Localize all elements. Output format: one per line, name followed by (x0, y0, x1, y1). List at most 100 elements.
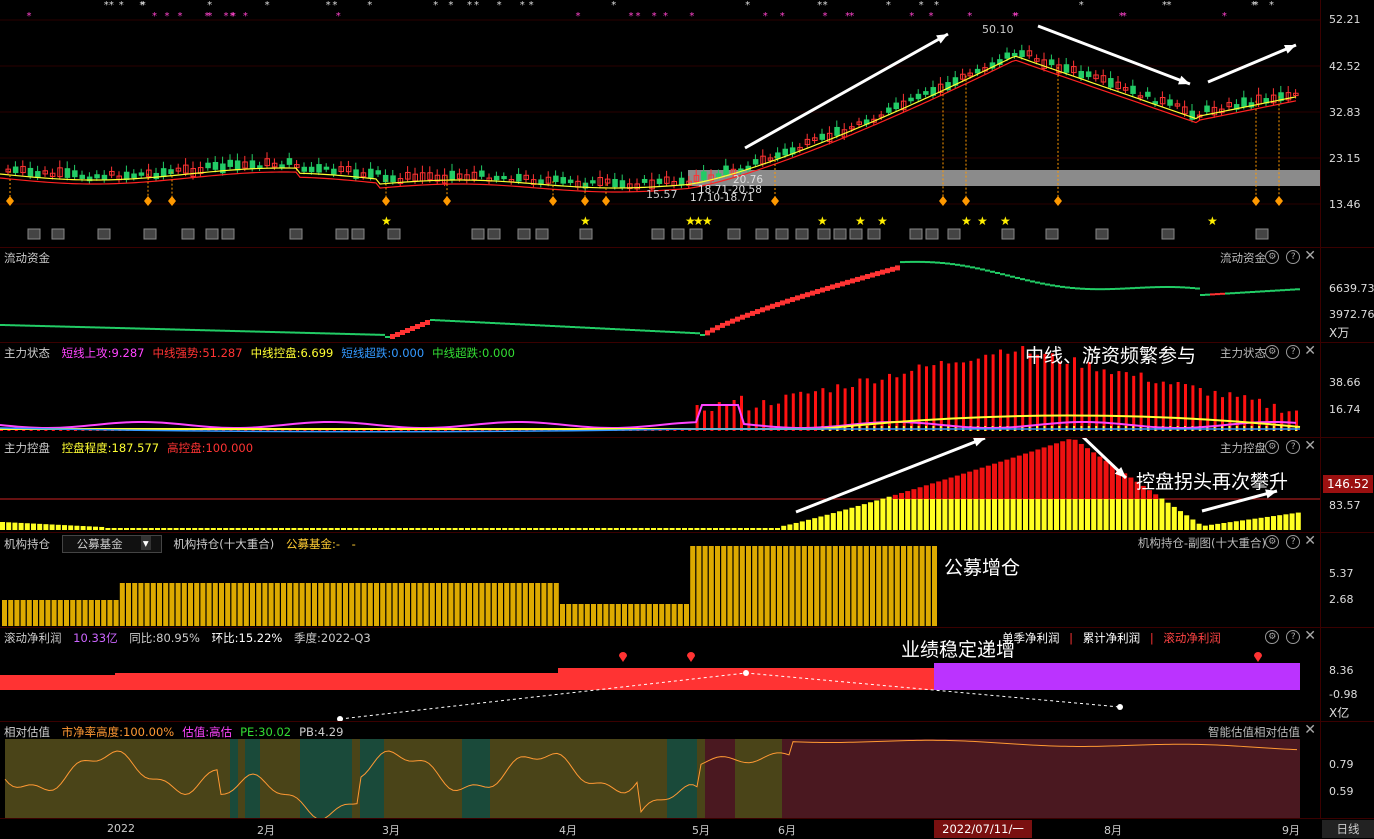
kline-pane[interactable]: * * * * * * * * * * * * * * * * * * * * * * * * * * * * * * * * * * * * * * * *… (0, 0, 1374, 247)
control-header: 主力控盘 控盘程度:187.577 高控盘:100.000 (4, 440, 269, 456)
flow-step (345, 332, 350, 335)
state-bar (717, 402, 721, 431)
legend-cumulative[interactable]: 累计净利润 (1083, 631, 1141, 645)
flow-step (120, 327, 125, 330)
close-icon[interactable]: ✕ (1304, 629, 1316, 644)
flow-step (470, 321, 475, 323)
flow-step (260, 330, 265, 333)
flow-step (630, 329, 635, 331)
flow-step (460, 320, 465, 323)
flow-step (670, 331, 675, 333)
close-icon[interactable]: ✕ (1304, 344, 1316, 359)
control-bar (111, 528, 117, 530)
flow-step (820, 287, 825, 293)
help-icon[interactable]: ? (1286, 535, 1301, 549)
settings-icon[interactable]: ⚙ (1265, 250, 1280, 264)
help-icon[interactable]: ? (1286, 630, 1301, 644)
candle (212, 161, 219, 170)
flow-step (710, 327, 715, 333)
control-pane[interactable]: 主力控盘 控盘程度:187.577 高控盘:100.000 主力控盘 ⚙? ✕ 控盘… (0, 437, 1374, 532)
flow-step (150, 327, 155, 330)
flow-step (725, 320, 730, 326)
inst-bar (386, 583, 392, 626)
help-icon[interactable]: ? (1286, 345, 1301, 359)
candle (752, 159, 759, 165)
control-bar (948, 499, 954, 530)
inst-axis: 5.37 2.68 (1320, 533, 1374, 627)
signal-star: * (207, 0, 212, 11)
settings-icon[interactable]: ⚙ (1265, 345, 1280, 359)
close-icon[interactable]: ✕ (1304, 723, 1316, 737)
flow-step (225, 329, 230, 332)
candle (390, 175, 396, 183)
inst-bar (498, 583, 503, 626)
inst-fund: 公募基金:- (285, 537, 340, 551)
candle (479, 170, 485, 177)
control-bar (954, 499, 960, 530)
help-icon[interactable]: ? (1286, 440, 1301, 454)
flow-step (775, 302, 780, 308)
flow-step (1070, 286, 1075, 289)
flow-step (130, 327, 135, 330)
control-bar (130, 528, 136, 530)
flow-step (415, 324, 420, 329)
close-icon[interactable]: ✕ (1304, 534, 1316, 549)
event-tag (1045, 228, 1059, 240)
candle (819, 133, 825, 140)
legend-quarterly[interactable]: 单季净利润 (1002, 631, 1060, 645)
inst-pane[interactable]: 机构持仓 公募基金 ▾ 机构持仓(十大重合) 公募基金:- - 机构持仓-副图(… (0, 532, 1374, 627)
control-bar (1122, 499, 1128, 530)
inst-bar (584, 604, 590, 626)
flow-step (125, 327, 130, 330)
flow-step (750, 310, 755, 316)
settings-icon[interactable]: ⚙ (1265, 630, 1280, 644)
control-bar (235, 528, 241, 530)
settings-icon[interactable]: ⚙ (1265, 535, 1280, 549)
fund-type-select[interactable]: 公募基金 ▾ (61, 535, 162, 553)
control-bar (31, 523, 36, 530)
flow-step (1035, 281, 1040, 284)
flow-step (540, 324, 545, 327)
control-bar (74, 525, 80, 530)
inst-bar (274, 583, 280, 626)
flow-step (1065, 286, 1070, 289)
flow-step (960, 264, 965, 267)
control-bar (18, 522, 24, 530)
candle (368, 168, 374, 178)
candle (375, 170, 381, 175)
signal-star: * (928, 11, 933, 22)
control-bar-high (979, 467, 985, 499)
control-bar (0, 522, 5, 530)
flow-step (680, 331, 685, 334)
close-icon[interactable]: ✕ (1304, 249, 1316, 264)
profit-bar (934, 663, 1300, 690)
flow-step (910, 260, 915, 263)
flow-step (1145, 286, 1150, 289)
settings-icon[interactable]: ⚙ (1265, 440, 1280, 454)
event-tag (97, 228, 111, 240)
flow-step (475, 321, 480, 324)
signal-star: * (629, 11, 634, 22)
help-icon[interactable]: ? (1286, 250, 1301, 264)
close-icon[interactable]: ✕ (1304, 439, 1316, 454)
control-bar (310, 528, 315, 530)
state-bar (1161, 381, 1165, 431)
control-bar (626, 528, 632, 530)
control-bar (1060, 499, 1066, 530)
kline-chart[interactable]: ****************************************… (0, 0, 1320, 247)
y-tick: 32.83 (1329, 106, 1361, 119)
inst-bar (132, 583, 138, 626)
valuation-axis: 0.79 0.59 (1320, 722, 1374, 818)
candle (1048, 59, 1055, 66)
control-bar (613, 528, 619, 530)
legend-rolling[interactable]: 滚动净利润 (1163, 631, 1221, 645)
control-bar (248, 528, 253, 530)
state-pane[interactable]: 主力状态 短线上攻:9.287 中线强势:51.287 中线控盘:6.699 短线超跌… (0, 342, 1374, 437)
unit-label: X万 (1329, 326, 1350, 340)
valuation-pane[interactable]: 相对估值 市净率高度:100.00% 估值:高估 PE:30.02 PB:4.29 智… (0, 721, 1374, 819)
period-button[interactable]: 日线 (1322, 820, 1374, 838)
control-bar (601, 528, 607, 530)
control-bar-high (892, 494, 898, 499)
flow-pane[interactable]: 流动资金 流动资金 ⚙? ✕ 6639.73 3972.76 X万 (0, 247, 1374, 342)
profit-pane[interactable]: 滚动净利润 10.33亿 同比:80.95% 环比:15.22% 季度:2022… (0, 627, 1374, 722)
